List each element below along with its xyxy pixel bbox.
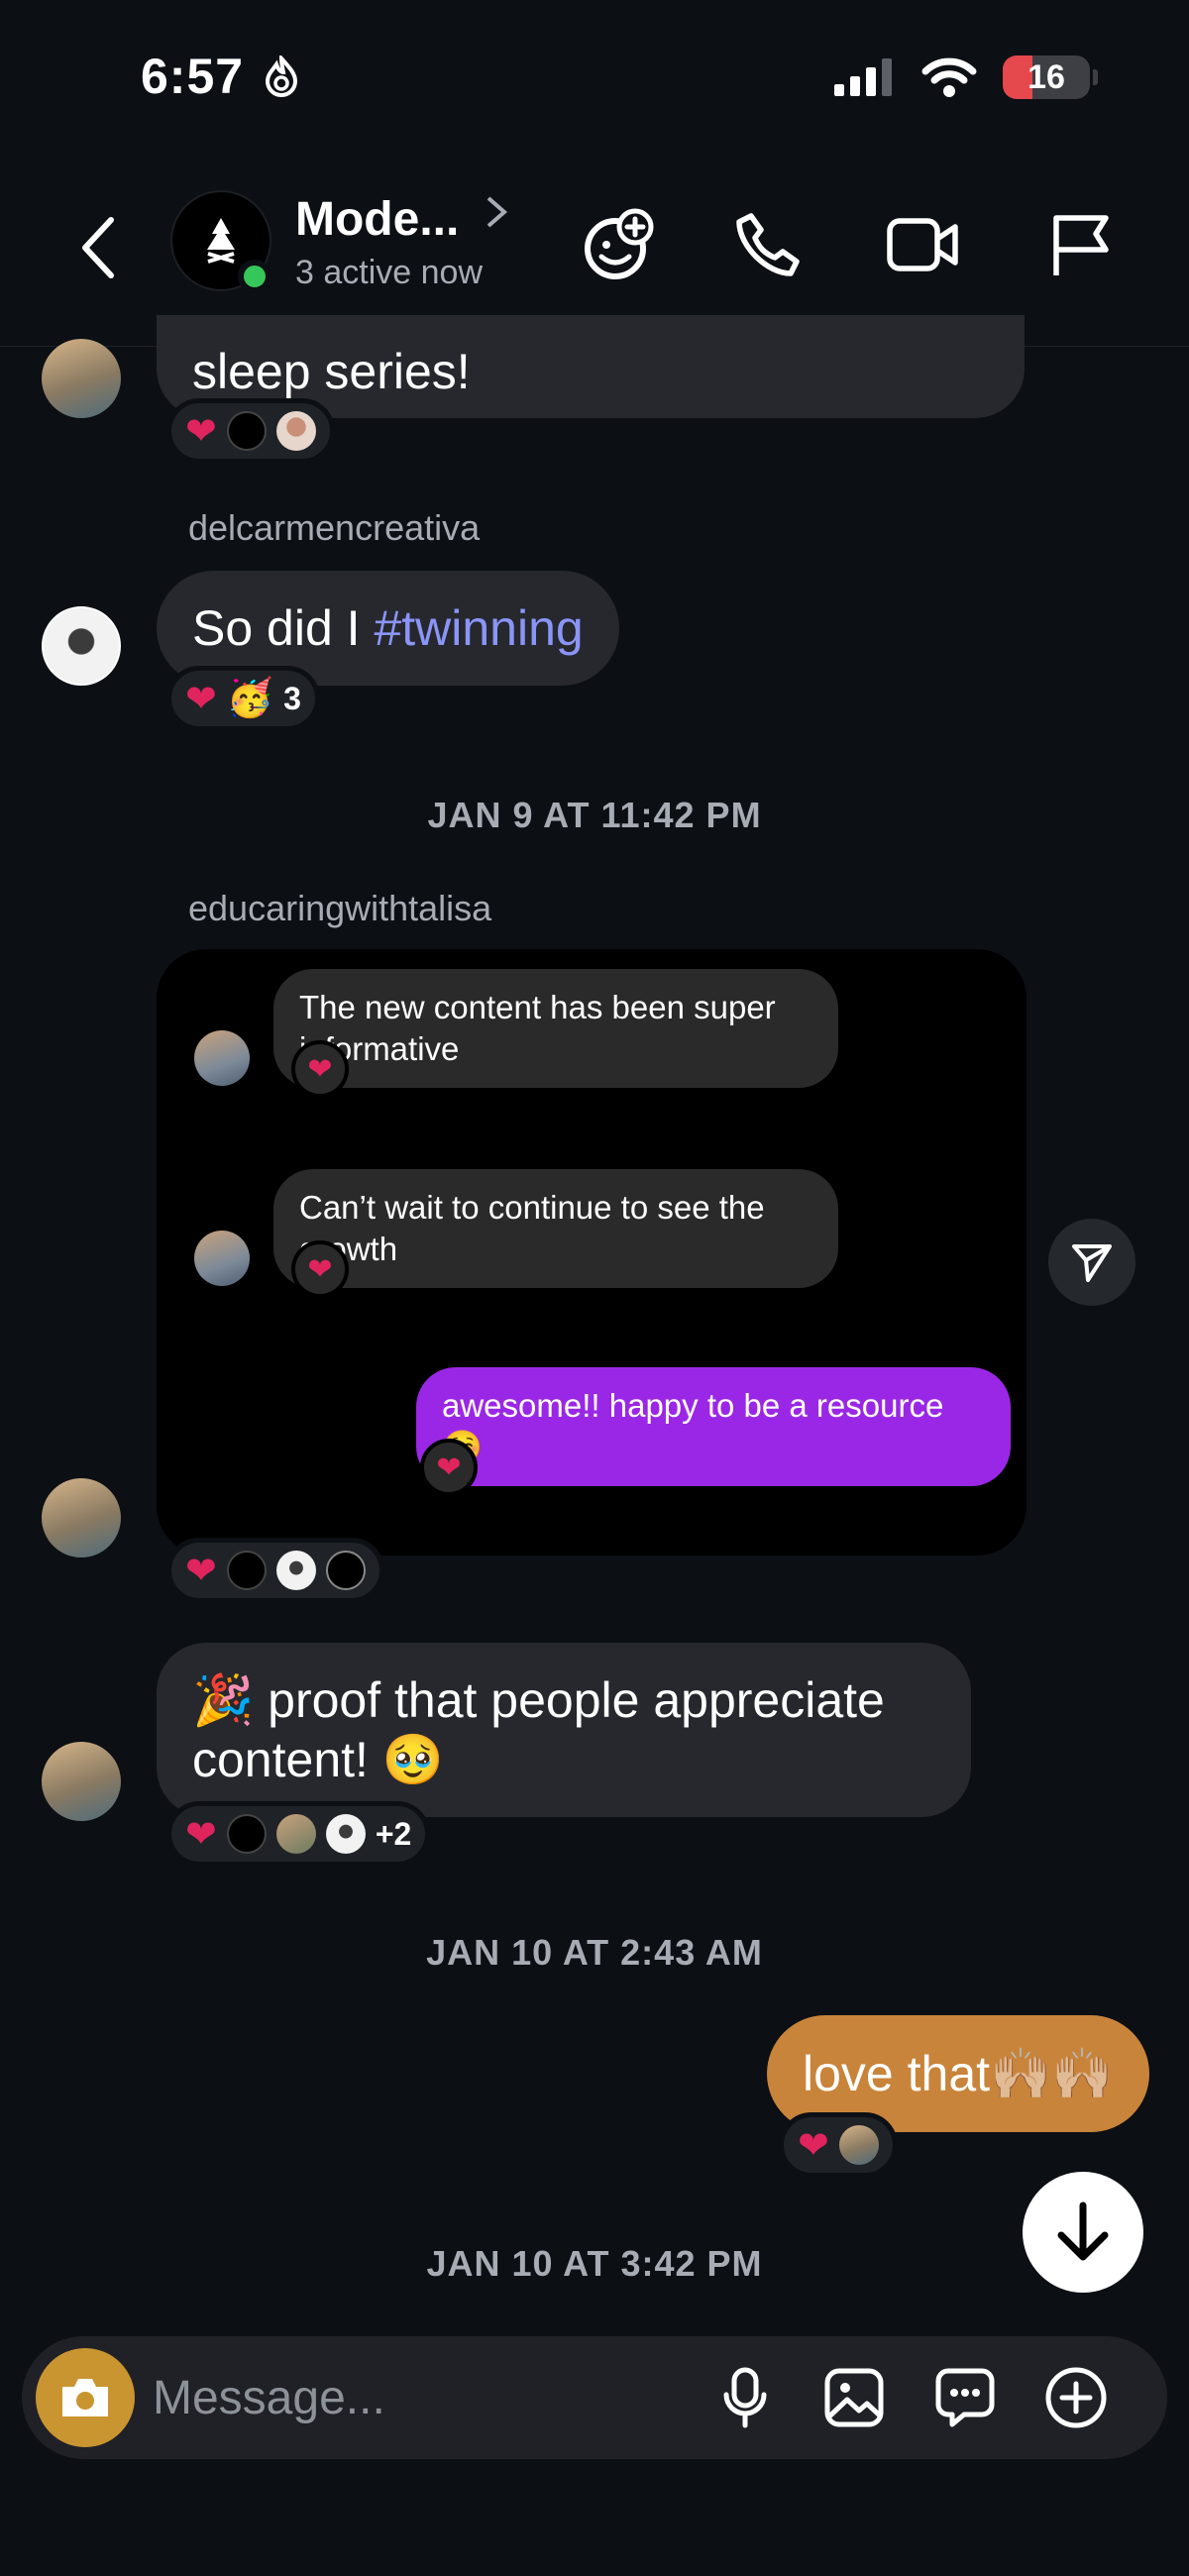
message-reactions[interactable]: ❤	[166, 1538, 384, 1603]
ai-sticker-button[interactable]	[575, 200, 664, 289]
more-options-button[interactable]	[1036, 2358, 1116, 2437]
reaction-count: +2	[375, 1815, 412, 1852]
sender-avatar[interactable]	[42, 1478, 121, 1557]
reactor-avatar	[275, 411, 316, 451]
camera-button[interactable]	[36, 2348, 135, 2447]
reactor-avatar	[226, 411, 267, 451]
chat-icon	[935, 2368, 995, 2427]
heart-reaction-icon: ❤	[185, 410, 217, 453]
status-time: 6:57	[141, 48, 300, 105]
active-status: 3 active now	[295, 254, 483, 291]
message-reactions[interactable]: ❤ 🥳 3	[166, 666, 320, 731]
shared-avatar	[194, 1231, 250, 1286]
message-text: sleep series!	[192, 344, 471, 399]
message-bubble[interactable]: 🎉 proof that people appreciate content! …	[157, 1643, 971, 1817]
hashtag-link[interactable]: #twinning	[374, 599, 583, 657]
group-name[interactable]: Mode...	[295, 192, 508, 247]
status-indicators: 16	[834, 55, 1098, 99]
sender-username: delcarmencreativa	[188, 507, 481, 548]
message-reactions[interactable]: ❤ +2	[166, 1801, 431, 1867]
gallery-icon	[824, 2368, 884, 2427]
video-call-button[interactable]	[878, 200, 967, 289]
sender-avatar[interactable]	[42, 1742, 121, 1821]
shared-sent-bubble: awesome!! happy to be a resource ☺️	[416, 1367, 1011, 1486]
reactor-avatar	[226, 1551, 267, 1590]
signal-icon	[834, 58, 892, 96]
report-button[interactable]	[1036, 200, 1126, 289]
focus-icon	[265, 53, 297, 97]
gallery-button[interactable]	[814, 2358, 894, 2437]
date-separator: JAN 10 AT 3:42 PM	[426, 2243, 763, 2284]
message-reactions[interactable]: ❤	[166, 398, 335, 464]
shared-avatar	[194, 1030, 250, 1086]
message-composer	[22, 2336, 1167, 2459]
voice-message-button[interactable]	[705, 2358, 785, 2437]
battery-level: 16	[1027, 57, 1065, 96]
sender-avatar[interactable]	[42, 339, 121, 418]
ai-sticker-icon	[585, 208, 654, 279]
message-input[interactable]	[153, 2358, 707, 2437]
heart-reaction-icon: ❤	[291, 1240, 349, 1298]
reactor-avatar	[325, 1814, 366, 1854]
send-icon	[1072, 1244, 1112, 1282]
phone-icon	[736, 213, 800, 276]
heart-reaction-icon: ❤	[798, 2124, 829, 2167]
shared-conversation-card[interactable]: The new content has been super informati…	[157, 949, 1027, 1556]
voice-call-button[interactable]	[723, 200, 812, 289]
reactor-avatar	[226, 1814, 267, 1854]
reactor-avatar	[275, 1814, 316, 1854]
reaction-count: 3	[283, 680, 301, 716]
shared-message-text: awesome!! happy to be a resource ☺️	[442, 1387, 944, 1465]
camera-icon	[62, 2379, 108, 2416]
forward-button[interactable]	[1048, 1219, 1135, 1306]
message-reactions[interactable]: ❤	[779, 2112, 898, 2178]
shared-message-bubble: The new content has been super informati…	[273, 969, 838, 1088]
video-icon	[887, 218, 958, 271]
heart-reaction-icon: ❤	[185, 1813, 217, 1856]
date-separator: JAN 9 AT 11:42 PM	[427, 795, 762, 835]
online-indicator	[238, 260, 271, 293]
mic-icon	[723, 2367, 767, 2428]
back-icon	[82, 217, 114, 278]
reactor-avatar	[275, 1551, 316, 1590]
sender-avatar[interactable]	[42, 606, 121, 686]
shared-message-text: Can’t wait to continue to see the growth	[299, 1189, 765, 1267]
back-button[interactable]	[59, 208, 139, 287]
battery-indicator: 16	[1003, 55, 1098, 99]
message-text: So did I	[192, 600, 375, 656]
sender-username: educaringwithtalisa	[188, 888, 492, 928]
message-text: love that🙌🏼🙌🏼	[803, 2045, 1114, 2101]
heart-reaction-icon: ❤	[420, 1439, 478, 1496]
status-time-text: 6:57	[141, 49, 245, 104]
party-face-reaction-icon: 🥳	[226, 678, 274, 719]
reactor-avatar	[325, 1551, 366, 1590]
message-text: 🎉 proof that people appreciate content! …	[192, 1672, 885, 1787]
heart-reaction-icon: ❤	[291, 1040, 349, 1098]
chevron-right-icon	[486, 196, 507, 228]
flag-icon	[1053, 215, 1109, 275]
heart-reaction-icon: ❤	[185, 678, 217, 720]
shared-message-bubble: Can’t wait to continue to see the growth	[273, 1169, 838, 1288]
date-separator: JAN 10 AT 2:43 AM	[426, 1932, 763, 1973]
sticker-chat-button[interactable]	[925, 2358, 1005, 2437]
heart-reaction-icon: ❤	[185, 1550, 217, 1592]
plus-icon	[1045, 2367, 1107, 2428]
shared-message-text: The new content has been super informati…	[299, 989, 776, 1067]
reactor-avatar	[838, 2125, 879, 2165]
wifi-icon	[921, 57, 977, 97]
group-name-text: Mode...	[295, 193, 460, 246]
